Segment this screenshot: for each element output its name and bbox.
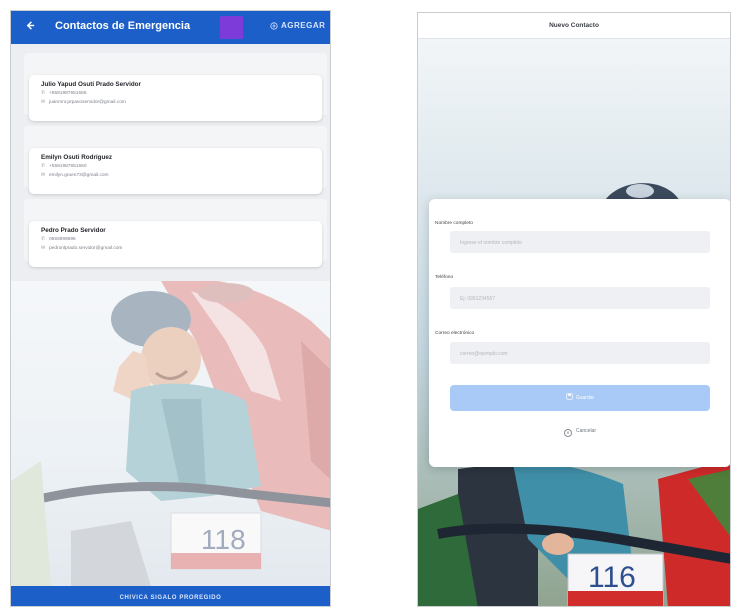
phone-field[interactable]: [450, 287, 710, 310]
contact-card[interactable]: Emilyn Osuti Rodríguez ✆ +5591987651550 ✉…: [29, 148, 322, 194]
bottom-bar-label: CHIVICA SIGALO PROREGIDO: [119, 595, 222, 601]
phone-input[interactable]: [450, 288, 710, 310]
screen-title: Nuevo Contacto: [549, 22, 599, 29]
app-bar: Contactos de Emergencia AGREGAR: [11, 11, 330, 44]
contacts-list-screen: Contactos de Emergencia AGREGAR Julio Ya…: [10, 10, 331, 607]
new-contact-screen: Nuevo Contacto 116 Nombre completo Teléf: [417, 12, 731, 607]
phone-icon: ✆: [41, 90, 46, 96]
contact-name: Julio Yapud Osuti Prado Servidor: [41, 81, 141, 88]
name-label: Nombre completo: [435, 221, 473, 226]
page-title: Contactos de Emergencia: [55, 20, 191, 32]
save-icon: [566, 393, 573, 400]
contact-phone: +5591987651555: [49, 91, 87, 96]
phone-icon: ✆: [41, 163, 46, 169]
cancel-label: Cancelar: [575, 428, 596, 434]
contact-phone: 0593999696: [49, 237, 76, 242]
bottom-action-bar[interactable]: CHIVICA SIGALO PROREGIDO: [11, 586, 330, 606]
arrow-left-icon: [26, 21, 34, 30]
add-contact-button[interactable]: AGREGAR: [270, 21, 325, 30]
close-circle-icon: ✕: [563, 429, 572, 437]
email-input[interactable]: [450, 343, 710, 365]
contact-card[interactable]: Julio Yapud Osuti Prado Servidor ✆ +55919…: [29, 75, 322, 121]
contact-name: Emilyn Osuti Rodríguez: [41, 154, 113, 161]
contact-card[interactable]: Pedro Prado Servidor ✆ 0593999696 ✉ pedron…: [29, 221, 322, 267]
phone-icon: ✆: [41, 236, 46, 242]
add-contact-label: AGREGAR: [281, 21, 326, 30]
envelope-icon: ✉: [41, 172, 46, 178]
phone-label: Teléfono: [435, 275, 454, 280]
email-label: Correo electrónico: [435, 331, 475, 336]
save-label: Guardar: [575, 395, 595, 401]
top-bar: Nuevo Contacto: [418, 13, 730, 39]
contact-email: emilyn.gruen73@gmail.com: [49, 173, 109, 178]
name-field[interactable]: [450, 231, 710, 254]
photo-overlay: [11, 281, 330, 586]
cancel-button[interactable]: ✕ Cancelar: [429, 428, 730, 437]
email-field[interactable]: [450, 342, 710, 365]
save-button[interactable]: Guardar: [450, 385, 710, 411]
new-contact-form: Nombre completo Teléfono Correo electrón…: [429, 199, 730, 467]
purple-badge: [220, 16, 243, 39]
name-input[interactable]: [450, 232, 710, 254]
plus-circle-icon: [270, 22, 278, 30]
envelope-icon: ✉: [41, 245, 46, 251]
back-button[interactable]: [21, 18, 39, 36]
contact-name: Pedro Prado Servidor: [41, 227, 106, 234]
envelope-icon: ✉: [41, 99, 46, 105]
contact-phone: +5591987651550: [49, 164, 87, 169]
race-number: 116: [588, 561, 636, 594]
contact-email: pedronlprado.servidor@gmail.com: [49, 246, 123, 251]
background-photo: 118: [11, 281, 330, 586]
contact-email: juanmnr.prpavoservidor@gmail.com: [49, 100, 126, 105]
